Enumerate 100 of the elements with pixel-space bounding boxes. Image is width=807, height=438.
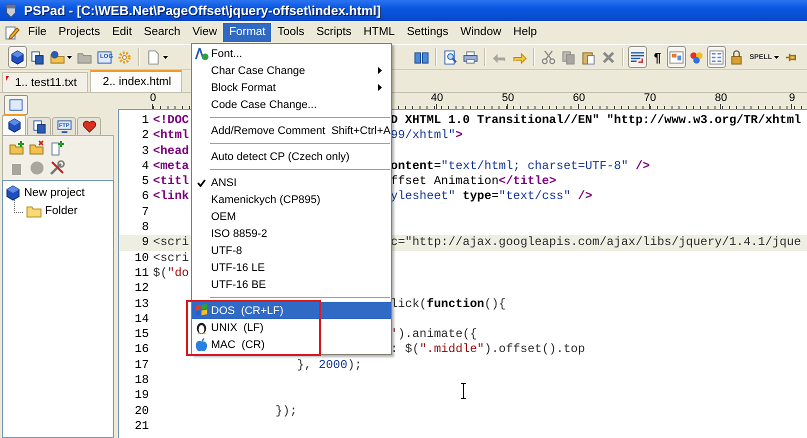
panel-icon (669, 50, 684, 64)
menu-item[interactable]: Window (454, 23, 508, 42)
code-text: : $(".middle").offset().top (390, 342, 586, 356)
tools-icon (49, 160, 65, 176)
menu-item[interactable]: View (186, 23, 224, 42)
menu-option[interactable]: UTF-16 BE (192, 276, 391, 293)
sidebar-tab[interactable] (27, 117, 51, 135)
dropdown-arrow-icon[interactable] (774, 56, 779, 58)
menu-option[interactable]: UNIX (LF) (192, 319, 391, 336)
menu-item[interactable]: Settings (400, 23, 454, 42)
ruler-number: 40 (430, 93, 444, 104)
menu-option[interactable]: Kamenickych (CP895) (192, 191, 391, 208)
tree-connector-line (14, 200, 23, 212)
documents-icon (30, 50, 45, 64)
scissors-icon (541, 50, 556, 64)
menu-item[interactable]: Projects (52, 23, 106, 42)
book-icon (414, 50, 430, 64)
dropdown-arrow-icon[interactable] (163, 56, 168, 58)
ruler-number: 80 (714, 93, 728, 104)
menu-item[interactable]: Help (507, 23, 543, 42)
line-number: 10 (134, 250, 150, 266)
cube-icon (5, 185, 21, 201)
menu-item[interactable]: Scripts (310, 23, 358, 42)
word-wrap-icon (630, 50, 646, 64)
menu-item[interactable]: Edit (106, 23, 138, 42)
line-number: 15 (134, 327, 150, 342)
apple-icon (194, 337, 209, 352)
file-tab[interactable]: 2.. index.html (90, 70, 182, 92)
code-text: c="http://ajax.googleapis.com/ajax/libs/jquery/1.4.1/jque (390, 235, 802, 250)
gear-icon (117, 50, 132, 64)
menu-option[interactable]: OEM (192, 208, 391, 225)
code-text: <scri (153, 250, 190, 265)
app-icon (4, 4, 18, 18)
code-text: <scri (153, 235, 190, 250)
menu-option[interactable]: DOS (CR+LF) (192, 302, 391, 319)
menu-option[interactable]: UTF-8 (192, 242, 391, 259)
menu-item[interactable]: Search (138, 23, 186, 42)
line-number: 20 (134, 404, 150, 419)
panel-toggle-button[interactable] (4, 95, 28, 115)
window-title: PSPad - [C:\WEB.Net\PageOffset\jquery-offset\index.html] (24, 3, 381, 18)
line-number: 16 (134, 342, 150, 358)
line-number: 6 (140, 189, 150, 205)
code-text: <!DOC (153, 113, 190, 127)
menu-item[interactable]: Tools (271, 23, 310, 42)
code-text: ontent="text/html; charset=UTF-8" /> (390, 158, 650, 173)
menu-option[interactable]: ISO 8859-2 (192, 225, 391, 242)
file-tab[interactable]: 1.. test11.txt (2, 72, 88, 92)
menu-item[interactable]: Format (223, 23, 272, 42)
line-number: 17 (134, 358, 150, 374)
font-icon (194, 46, 209, 61)
color-circles-icon (689, 50, 704, 64)
code-text: <link (153, 189, 190, 204)
folder-add-icon (9, 140, 25, 156)
ruler-number: 9 (788, 93, 796, 104)
menu-option[interactable]: Block Format (192, 79, 391, 96)
copy-icon (561, 50, 576, 64)
submenu-arrow-icon (378, 84, 382, 91)
print-preview-icon (443, 50, 458, 64)
submenu-arrow-icon (378, 67, 382, 74)
code-text: ylesheet" type="text/css" /> (390, 189, 592, 204)
menu-option[interactable]: UTF-16 LE (192, 259, 391, 276)
menu-option[interactable]: Auto detect CP (Czech only) (192, 148, 391, 165)
cube-icon (10, 50, 25, 64)
menu-option[interactable]: Char Case Change (192, 62, 391, 79)
tree-item[interactable]: Folder (45, 205, 78, 217)
code-text: }, 2000); (296, 358, 362, 372)
menu-option[interactable]: ANSI (192, 174, 391, 191)
tree-item[interactable]: New project (24, 187, 85, 199)
code-text: <html (153, 128, 190, 142)
clipboard-icon (581, 50, 596, 64)
code-text: 99/xhtml"> (390, 128, 463, 142)
line-number: 3 (140, 144, 150, 159)
delete-icon (601, 50, 616, 64)
windows-flag-icon (194, 303, 209, 318)
line-number: 8 (140, 220, 150, 236)
code-text: lick(function(){ (390, 296, 506, 311)
dropdown-arrow-icon[interactable] (67, 56, 72, 58)
menu-option[interactable]: Font... (192, 45, 391, 62)
padlock-icon (729, 50, 744, 64)
toolbar-button[interactable] (8, 46, 27, 68)
code-text: <head (153, 144, 190, 158)
ruler-number: 50 (500, 93, 516, 104)
menu-option[interactable]: MAC (CR) (192, 336, 391, 353)
heart-icon (82, 119, 96, 134)
line-number: 4 (140, 158, 150, 174)
line-number: 11 (134, 266, 150, 282)
menu-option[interactable]: Add/Remove Comment Shift+Ctrl+A (192, 122, 391, 139)
open-folder-icon (50, 50, 65, 64)
toolbar-button[interactable]: ¶ (648, 46, 666, 68)
sidebar-tab[interactable] (2, 114, 26, 135)
line-number: 2 (140, 128, 150, 144)
menu-item[interactable]: File (22, 23, 53, 42)
menu-item[interactable]: HTML (358, 23, 401, 42)
sidebar-tab[interactable] (77, 117, 101, 135)
ruler-number: 0 (148, 93, 158, 104)
menu-option[interactable]: Code Case Change... (192, 96, 391, 113)
folder-delete-icon (29, 140, 45, 156)
line-number: 13 (134, 296, 150, 312)
line-number: 21 (134, 418, 150, 434)
toolbar-button[interactable] (628, 46, 648, 68)
